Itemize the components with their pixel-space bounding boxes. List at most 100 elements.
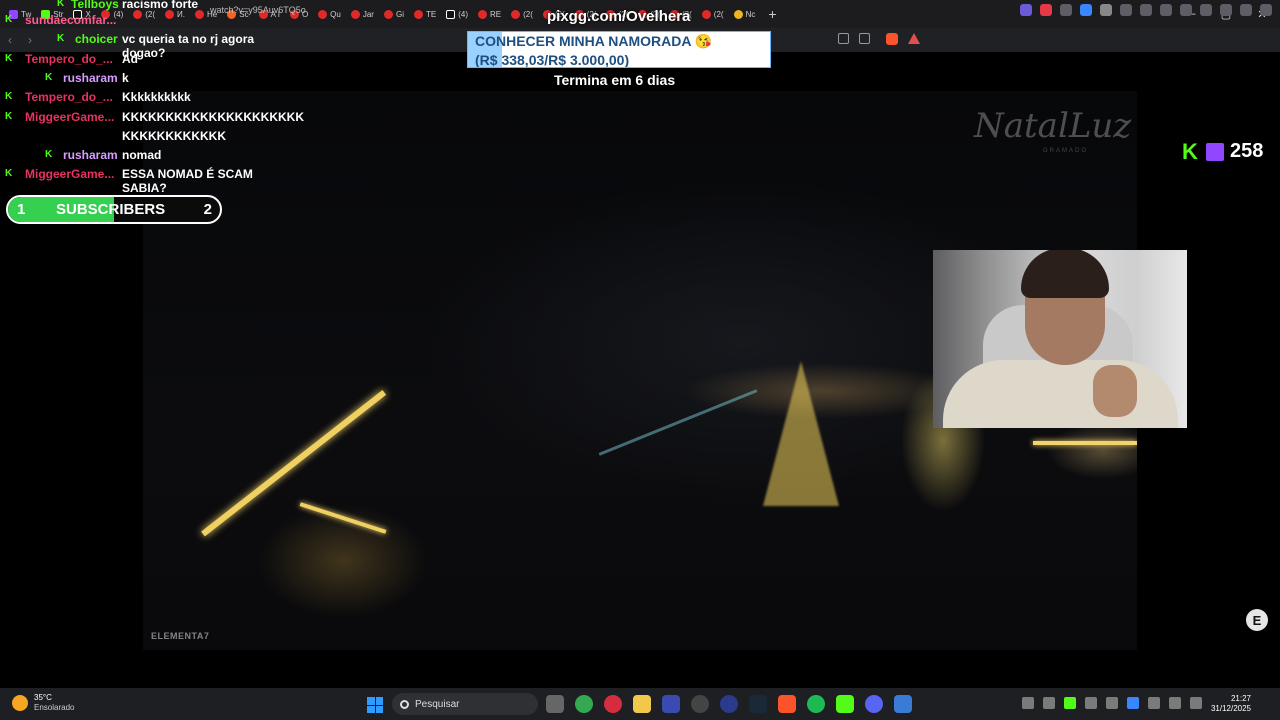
tray-app-icon[interactable]: [1085, 697, 1097, 709]
browser-tab[interactable]: Gi: [379, 3, 409, 25]
chevron-up-icon[interactable]: [1022, 697, 1034, 709]
weather-condition: Ensolarado: [34, 703, 75, 712]
menu-icon[interactable]: [1260, 4, 1272, 16]
chat-username[interactable]: sundaecomfar...: [25, 13, 116, 27]
video-watermark-logo: NatalLuz: [974, 106, 1132, 146]
brave-icon[interactable]: [778, 695, 796, 713]
browser-tab[interactable]: Nc: [729, 3, 761, 25]
taskbar-clock[interactable]: 21:27 31/12/2025: [1211, 694, 1251, 714]
brave-shield-icon[interactable]: [886, 33, 898, 45]
youtube-icon: [477, 9, 487, 19]
media-icon[interactable]: [1140, 4, 1152, 16]
browser-tab[interactable]: Qu: [313, 3, 346, 25]
back-icon[interactable]: ‹: [0, 33, 20, 47]
opera-icon[interactable]: [604, 695, 622, 713]
screen-icon[interactable]: [838, 33, 849, 44]
donation-ends: Termina em 6 dias: [554, 72, 676, 88]
overlay-e-icon[interactable]: E: [1246, 609, 1268, 631]
kick-app-icon[interactable]: [836, 695, 854, 713]
brave-rewards-icon[interactable]: [908, 33, 920, 44]
extension-icon[interactable]: [1060, 4, 1072, 16]
microphone-icon[interactable]: [1148, 697, 1160, 709]
extensions-row: [1020, 4, 1272, 16]
weather-temp: 35°C: [34, 693, 52, 702]
chat-username[interactable]: rusharam: [63, 148, 118, 162]
tab-label: (4): [458, 9, 468, 19]
tab-label: (2(: [713, 9, 724, 19]
extension-icon[interactable]: [1040, 4, 1052, 16]
weather-widget[interactable]: 35°C Ensolarado: [12, 693, 74, 713]
discord-icon[interactable]: [865, 695, 883, 713]
file-explorer-icon[interactable]: [633, 695, 651, 713]
browser-tab[interactable]: Jar: [346, 3, 379, 25]
tab-label: Nc: [745, 9, 756, 19]
chat-message-text: nomad: [122, 148, 162, 162]
forward-icon[interactable]: ›: [20, 33, 40, 47]
steam-icon[interactable]: [749, 695, 767, 713]
taskbar-search[interactable]: [392, 693, 538, 715]
url-text[interactable]: watch?v=y95Auv6TQ5o: [210, 5, 306, 15]
chat-username[interactable]: choicer: [75, 32, 118, 46]
chat-message-text: KKKKKKKKKKKK: [122, 129, 226, 143]
wallet-icon[interactable]: [1200, 4, 1212, 16]
network-icon[interactable]: [1169, 697, 1181, 709]
youtube-icon: [350, 9, 360, 19]
puzzle-icon[interactable]: [1120, 4, 1132, 16]
browser-tab[interactable]: (2(: [506, 3, 538, 25]
spotify-icon[interactable]: [807, 695, 825, 713]
tray-app-icon[interactable]: [1106, 697, 1118, 709]
browser-tab[interactable]: RE: [473, 3, 506, 25]
volume-icon[interactable]: [1190, 697, 1202, 709]
youtube-icon: [701, 9, 711, 19]
tab-label: (2(: [523, 9, 533, 19]
sidebar-icon[interactable]: [1180, 4, 1192, 16]
notepad-icon[interactable]: [894, 695, 912, 713]
video-watermark-sub: GRAMADO: [1043, 148, 1089, 154]
christmas-tree: [763, 361, 839, 506]
vpn-icon[interactable]: [1240, 4, 1252, 16]
task-view-icon[interactable]: [546, 695, 564, 713]
chat-username[interactable]: MiggeerGame...: [25, 167, 114, 181]
search-icon: [400, 699, 409, 709]
kick-icon: K: [1182, 138, 1198, 164]
kick-badge-icon: K: [5, 168, 13, 179]
chrome-icon[interactable]: [575, 695, 593, 713]
music-icon[interactable]: [1160, 4, 1172, 16]
chat-username[interactable]: MiggeerGame...: [25, 110, 114, 124]
search-input[interactable]: [415, 698, 525, 710]
extension-icon[interactable]: [1100, 4, 1112, 16]
extension-icon[interactable]: [1020, 4, 1032, 16]
browser-tab[interactable]: (2(: [697, 3, 729, 25]
viewer-number: 258: [1230, 140, 1264, 162]
mcdonalds-icon: [733, 9, 743, 19]
tray-app-icon[interactable]: [1064, 697, 1076, 709]
browser-tab[interactable]: (4): [441, 3, 473, 25]
clock-date: 31/12/2025: [1210, 704, 1251, 713]
chat-message-text: vc queria ta no rj agora dogao?: [122, 32, 255, 60]
kick-badge-icon: K: [5, 53, 13, 64]
chat-username[interactable]: rusharam: [63, 71, 118, 85]
extension-icon[interactable]: [1080, 4, 1092, 16]
chat-username[interactable]: Tempero_do_...: [25, 52, 113, 66]
bluetooth-icon[interactable]: [1127, 697, 1139, 709]
leo-icon[interactable]: [1220, 4, 1232, 16]
tab-label: Qu: [330, 9, 341, 19]
tab-label: TE: [425, 9, 437, 19]
chat-username[interactable]: Tellboys: [71, 0, 119, 11]
lit-building: [1033, 441, 1137, 445]
new-tab-button[interactable]: +: [760, 6, 784, 22]
chat-username[interactable]: Tempero_do_...: [25, 90, 113, 104]
video-credit: ELEMENTA7: [151, 631, 210, 641]
browser-tab[interactable]: TE: [409, 3, 441, 25]
address-icons: [838, 33, 870, 44]
app-icon[interactable]: [720, 695, 738, 713]
sun-icon: [12, 695, 28, 711]
share-icon[interactable]: [859, 33, 870, 44]
tab-label: Jar: [362, 9, 374, 19]
windows-start-icon[interactable]: [367, 697, 383, 713]
github-icon[interactable]: [691, 695, 709, 713]
street-lights: [598, 389, 758, 456]
sync-icon[interactable]: [1043, 697, 1055, 709]
taskbar-apps: [546, 695, 912, 713]
app-icon[interactable]: [662, 695, 680, 713]
